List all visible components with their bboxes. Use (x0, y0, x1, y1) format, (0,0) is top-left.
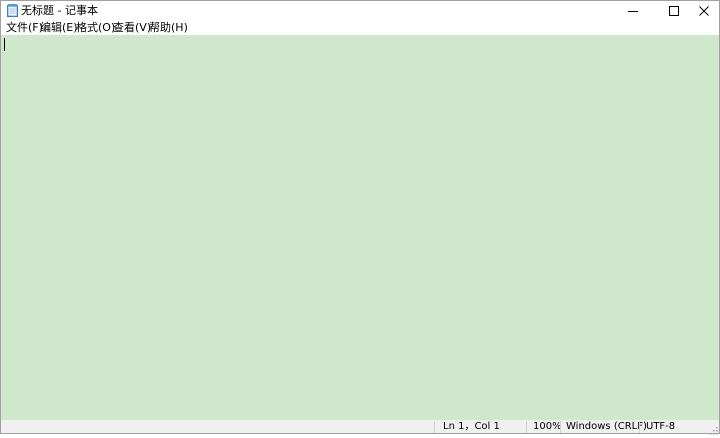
menu-view[interactable]: 查看(V) (113, 20, 151, 35)
status-bar: Ln 1，Col 1 100% Windows (CRLF) UTF-8 (1, 420, 719, 435)
menu-edit[interactable]: 编辑(E) (40, 20, 78, 35)
menu-bar: 文件(F) 编辑(E) 格式(O) 查看(V) 帮助(H) (1, 20, 719, 35)
text-caret (4, 38, 5, 51)
cursor-position: Ln 1，Col 1 (443, 421, 500, 432)
resize-grip-icon[interactable] (710, 424, 718, 435)
maximize-icon (669, 5, 679, 16)
encoding: UTF-8 (646, 421, 676, 432)
maximize-button[interactable] (657, 1, 691, 20)
notepad-icon (7, 4, 18, 17)
minimize-button[interactable] (616, 1, 650, 20)
line-ending: Windows (CRLF) (566, 421, 647, 432)
status-divider (560, 421, 561, 433)
vertical-scrollbar[interactable] (708, 35, 719, 420)
close-button[interactable] (687, 1, 720, 20)
status-divider (434, 421, 435, 433)
close-icon (699, 5, 709, 16)
status-divider (639, 421, 640, 433)
minimize-icon (628, 6, 638, 16)
text-editor[interactable] (1, 35, 708, 420)
notepad-window: 无标题 - 记事本 文件(F) 编辑(E) 格式(O) 查看(V) 帮助(H) (0, 0, 720, 435)
title-bar[interactable]: 无标题 - 记事本 (1, 1, 719, 20)
menu-help[interactable]: 帮助(H) (149, 20, 188, 35)
window-title: 无标题 - 记事本 (21, 4, 98, 17)
menu-format[interactable]: 格式(O) (76, 20, 115, 35)
status-divider (526, 421, 527, 433)
menu-file[interactable]: 文件(F) (6, 20, 43, 35)
zoom-level: 100% (533, 421, 562, 432)
